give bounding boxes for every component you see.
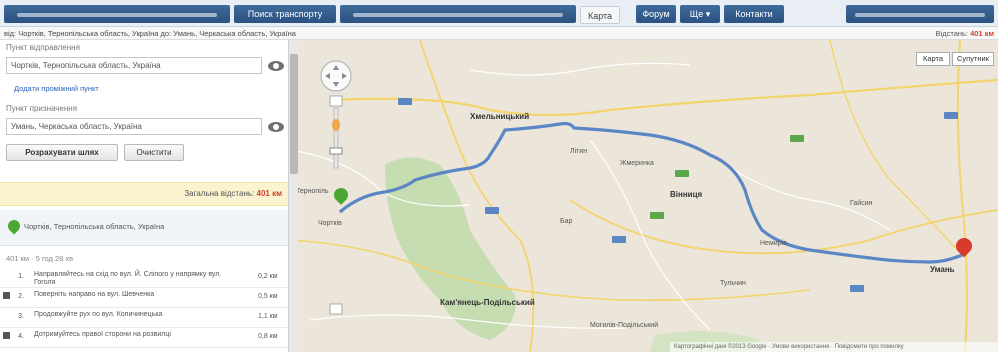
- keep-right-icon: [3, 332, 10, 339]
- zoom-slider-track[interactable]: [333, 107, 339, 169]
- scrollbar-thumb[interactable]: [290, 54, 298, 174]
- map-type-satellite-button[interactable]: Супутник: [952, 52, 994, 66]
- tab-forum[interactable]: Форум: [636, 5, 676, 23]
- road-shield-icon: [485, 207, 499, 214]
- town-label: Чортків: [318, 220, 342, 227]
- panel-scrollbar[interactable]: [288, 40, 298, 352]
- route-description: від: Чортків, Тернопільська область, Укр…: [4, 29, 296, 38]
- origin-locate-icon[interactable]: [268, 61, 284, 71]
- total-distance-value: 401 км: [256, 189, 283, 198]
- map-attribution: Картографічні дані ©2013 Google · Умови …: [670, 342, 998, 352]
- blurred-text: [17, 12, 217, 17]
- minor-road: [589, 139, 711, 331]
- start-pin-icon: [5, 217, 23, 235]
- map-type-map-button[interactable]: Карта: [916, 52, 950, 66]
- clear-button[interactable]: Очистити: [124, 144, 184, 161]
- town-label: Гайсин: [850, 200, 873, 207]
- tab-routes[interactable]: [340, 5, 576, 23]
- highway-road: [329, 78, 998, 117]
- road-shield-icon: [612, 236, 626, 243]
- road-shield-icon: [790, 135, 804, 142]
- origin-input[interactable]: Чортків, Тернопільська область, Україна: [6, 57, 262, 74]
- town-label: Умань: [930, 265, 955, 274]
- road-shield-icon: [650, 212, 664, 219]
- town-label: Немирів: [760, 240, 787, 247]
- tab-extra[interactable]: [846, 5, 994, 23]
- road-shield-icon: [944, 112, 958, 119]
- minor-road: [469, 62, 691, 76]
- tab-main[interactable]: [4, 5, 230, 23]
- road-shield-icon: [398, 98, 412, 105]
- origin-label: Пункт відправлення: [6, 43, 80, 52]
- destination-locate-icon[interactable]: [268, 122, 284, 132]
- route-breadcrumb: від: Чортків, Тернопільська область, Укр…: [0, 27, 998, 40]
- start-address: Чортків, Тернопільська область, Україна: [24, 222, 165, 231]
- tab-map[interactable]: Карта: [580, 6, 620, 24]
- direction-step[interactable]: 4. Дотримуйтесь правої сторони на розвил…: [0, 328, 289, 348]
- highway-road: [829, 40, 963, 256]
- direction-step[interactable]: 3. Продовжуйте рух по вул. Копичинецька …: [0, 308, 289, 328]
- destination-input[interactable]: Умань, Черкаська область, Україна: [6, 118, 262, 135]
- zoom-slider-handle[interactable]: [329, 147, 343, 155]
- zoom-in-button[interactable]: [329, 95, 343, 107]
- blurred-text: [855, 12, 985, 17]
- add-waypoint-link[interactable]: Додати проміжний пункт: [14, 84, 99, 93]
- highway-road: [956, 40, 968, 352]
- tab-transport-search[interactable]: Поиск транспорту: [234, 5, 336, 23]
- town-label: Літин: [570, 148, 588, 155]
- top-navigation-bar: Поиск транспорту Карта Форум Ще ▾ Контак…: [0, 0, 998, 27]
- town-label: Хмельницький: [470, 112, 530, 121]
- tab-more[interactable]: Ще ▾: [680, 5, 720, 23]
- total-distance-bar: Загальна відстань: 401 км: [0, 182, 289, 206]
- street-view-pegman-icon[interactable]: [332, 119, 340, 131]
- tab-contacts[interactable]: Контакти: [724, 5, 784, 23]
- road-shield-icon: [850, 285, 864, 292]
- turn-right-icon: [3, 292, 10, 299]
- blurred-text: [353, 12, 563, 17]
- directions-panel: Пункт відправлення Чортків, Тернопільськ…: [0, 40, 290, 352]
- route-summary: 401 км · 5 год 28 хв: [6, 254, 74, 263]
- route-map[interactable]: Карта Супутник Хмельницький Тернопіль Ка…: [290, 40, 998, 352]
- highway-road: [290, 239, 811, 302]
- route-distance: Відстань: 401 км: [935, 29, 994, 38]
- direction-step[interactable]: 2. Поверніть направо на вул. Шевченка 0,…: [0, 288, 289, 308]
- direction-step[interactable]: 1. Направляйтесь на схід по вул. Й. Сліп…: [0, 268, 289, 288]
- map-canvas[interactable]: [290, 40, 998, 352]
- town-label: Жмеринка: [620, 160, 654, 167]
- zoom-out-button[interactable]: [329, 303, 343, 315]
- town-label: Бар: [560, 218, 573, 225]
- calculate-route-button[interactable]: Розрахувати шлях: [6, 144, 118, 161]
- town-label: Могилів-Подільський: [590, 322, 659, 329]
- town-label: Тульчин: [720, 280, 746, 287]
- town-label: Тернопіль: [296, 188, 329, 195]
- start-point-row: Чортків, Тернопільська область, Україна: [0, 210, 289, 246]
- town-label: Вінниця: [670, 190, 703, 199]
- town-label: Кам'янець-Подільський: [440, 298, 535, 307]
- destination-label: Пункт призначення: [6, 104, 78, 113]
- road-shield-icon: [675, 170, 689, 177]
